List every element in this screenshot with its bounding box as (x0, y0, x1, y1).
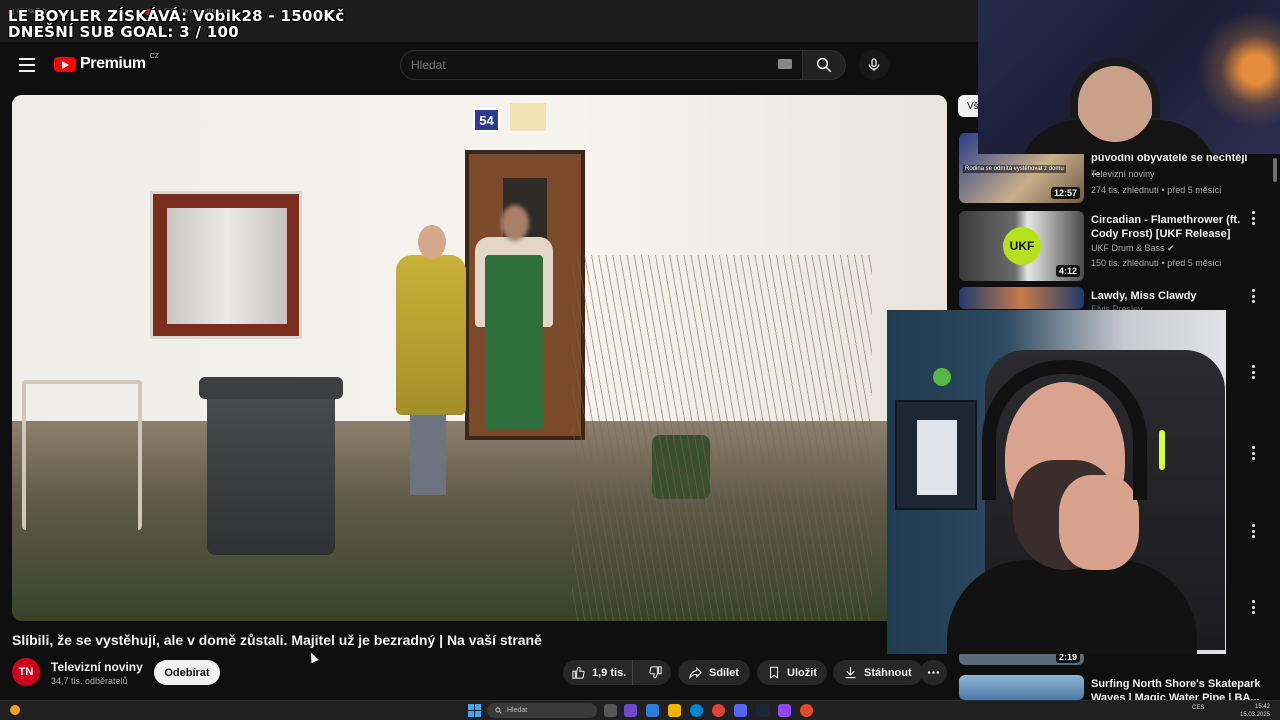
taskbar-search[interactable]: Hledat (487, 703, 597, 718)
more-options-icon[interactable] (1252, 289, 1256, 303)
scene-trash-bin (199, 377, 343, 555)
more-horizontal-icon (927, 671, 940, 674)
recommendation-meta: 274 tis. zhlédnutí • před 5 měsíci (1091, 185, 1222, 195)
more-actions-button[interactable] (920, 660, 947, 685)
task-view-icon[interactable] (604, 704, 617, 717)
share-button[interactable]: Sdílet (678, 660, 750, 685)
thumbs-down-icon (648, 666, 662, 679)
microphone-icon (868, 58, 880, 71)
system-clock[interactable]: 15:42 15.03.2025 (1240, 703, 1270, 719)
youtube-header: Premium CZ (0, 42, 980, 88)
video-thumbnail: UKF 4:12 (959, 211, 1084, 281)
taskbar-search-label: Hledat (507, 707, 528, 714)
recommendation-item[interactable]: Surfing North Shore's Skatepark Waves | … (959, 675, 1275, 704)
stream-overlay: LE BOYLER ZÍSKÁVÁ: Vobik28 - 1500Kč DNEŠ… (8, 8, 345, 40)
scene-window (150, 191, 302, 339)
search-icon (495, 707, 502, 714)
bookmark-icon (769, 666, 779, 679)
more-options-icon[interactable] (1252, 446, 1256, 460)
search-icon (816, 57, 832, 73)
search-input[interactable] (401, 51, 802, 79)
more-options-icon[interactable] (1252, 211, 1256, 225)
overlay-donation-line: LE BOYLER ZÍSKÁVÁ: Vobik28 - 1500Kč (8, 7, 345, 25)
subscribe-button[interactable]: Odebírat (154, 660, 220, 685)
clock-date: 15.03.2025 (1240, 712, 1271, 718)
scene-reporter (388, 225, 472, 500)
like-count: 1,9 tis. (592, 666, 627, 679)
search-button[interactable] (802, 50, 846, 80)
more-options-icon[interactable] (1252, 524, 1256, 538)
overlay-sub-goal-line: DNEŠNÍ SUB GOAL: 3 / 100 (8, 23, 239, 41)
youtube-play-icon (54, 56, 76, 72)
steam-icon[interactable] (756, 704, 769, 717)
recommendation-channel: Televizní noviny (1091, 169, 1155, 179)
thumbs-up-icon (572, 666, 585, 679)
more-options-icon[interactable] (1252, 600, 1256, 614)
share-label: Sdílet (709, 666, 739, 679)
video-thumbnail (959, 675, 1084, 700)
video-title: Slíbili, že se vystěhují, ale v domě zůs… (12, 632, 542, 648)
save-label: Uložit (787, 666, 817, 679)
save-button[interactable]: Uložit (757, 660, 827, 685)
windows-taskbar: Hledat CES 15:42 15.03.2025 (0, 700, 1280, 720)
recommendation-channel: UKF Drum & Bass ✔ (1091, 243, 1175, 253)
video-duration: 12:57 (1050, 187, 1080, 199)
windows-start-icon[interactable] (468, 704, 481, 717)
discord-icon[interactable] (734, 704, 747, 717)
recommendation-meta: 150 tis. zhlédnutí • před 5 měsíci (1091, 258, 1222, 268)
mouse-cursor (307, 650, 319, 664)
edge-icon[interactable] (690, 704, 703, 717)
webcam-streamer (887, 310, 1226, 654)
obs-icon[interactable] (800, 704, 813, 717)
recommendation-title: Lawdy, Miss Clawdy (1091, 290, 1197, 302)
logo-text: Premium (80, 55, 146, 72)
search-box (400, 50, 802, 80)
video-player[interactable]: 54 (12, 95, 947, 621)
twitch-icon[interactable] (778, 704, 791, 717)
thumbnail-caption: Rodina se odmítá vystěhovat z domu (963, 165, 1066, 173)
download-button[interactable]: Stáhnout (833, 660, 923, 685)
youtube-premium-logo[interactable]: Premium CZ (54, 52, 160, 73)
keyboard-language[interactable]: CES (1192, 705, 1204, 711)
widgets-icon[interactable] (624, 704, 637, 717)
recommendation-title: Circadian - Flamethrower (ft. Cody Frost… (1091, 214, 1241, 240)
explorer-icon[interactable] (646, 704, 659, 717)
weather-icon[interactable] (10, 705, 20, 715)
hamburger-menu-icon[interactable] (19, 58, 35, 72)
share-icon (689, 666, 702, 680)
download-icon (845, 666, 856, 679)
webcam-top-right (978, 0, 1280, 154)
channel-name[interactable]: Televizní noviny (51, 660, 143, 674)
scene-plate (510, 103, 546, 131)
voice-search-button[interactable] (859, 50, 889, 80)
scene-man-in-overalls (467, 205, 561, 445)
scene-chair (22, 380, 142, 530)
channel-avatar[interactable]: TN (12, 658, 40, 686)
ukf-logo: UKF (1003, 227, 1041, 265)
keyboard-icon[interactable] (778, 59, 792, 69)
like-dislike-group: 1,9 tis. (563, 660, 671, 685)
subscriber-count: 34,7 tis. odběratelů (51, 676, 128, 686)
chrome-icon[interactable] (712, 704, 725, 717)
like-button[interactable]: 1,9 tis. (563, 660, 634, 685)
recommendation-item[interactable]: UKF 4:12 Circadian - Flamethrower (ft. C… (959, 211, 1275, 281)
files-icon[interactable] (668, 704, 681, 717)
house-number-sign: 54 (473, 108, 500, 132)
sidebar-scrollbar[interactable] (1273, 158, 1277, 182)
more-options-icon[interactable] (1252, 365, 1256, 379)
video-thumbnail (959, 287, 1084, 309)
clock-time: 15:42 (1254, 704, 1270, 710)
video-duration: 4:12 (1055, 265, 1080, 277)
logo-region: CZ (149, 52, 160, 60)
scene-dry-grass (572, 255, 872, 621)
dislike-button[interactable] (639, 660, 671, 685)
download-label: Stáhnout (864, 666, 912, 679)
